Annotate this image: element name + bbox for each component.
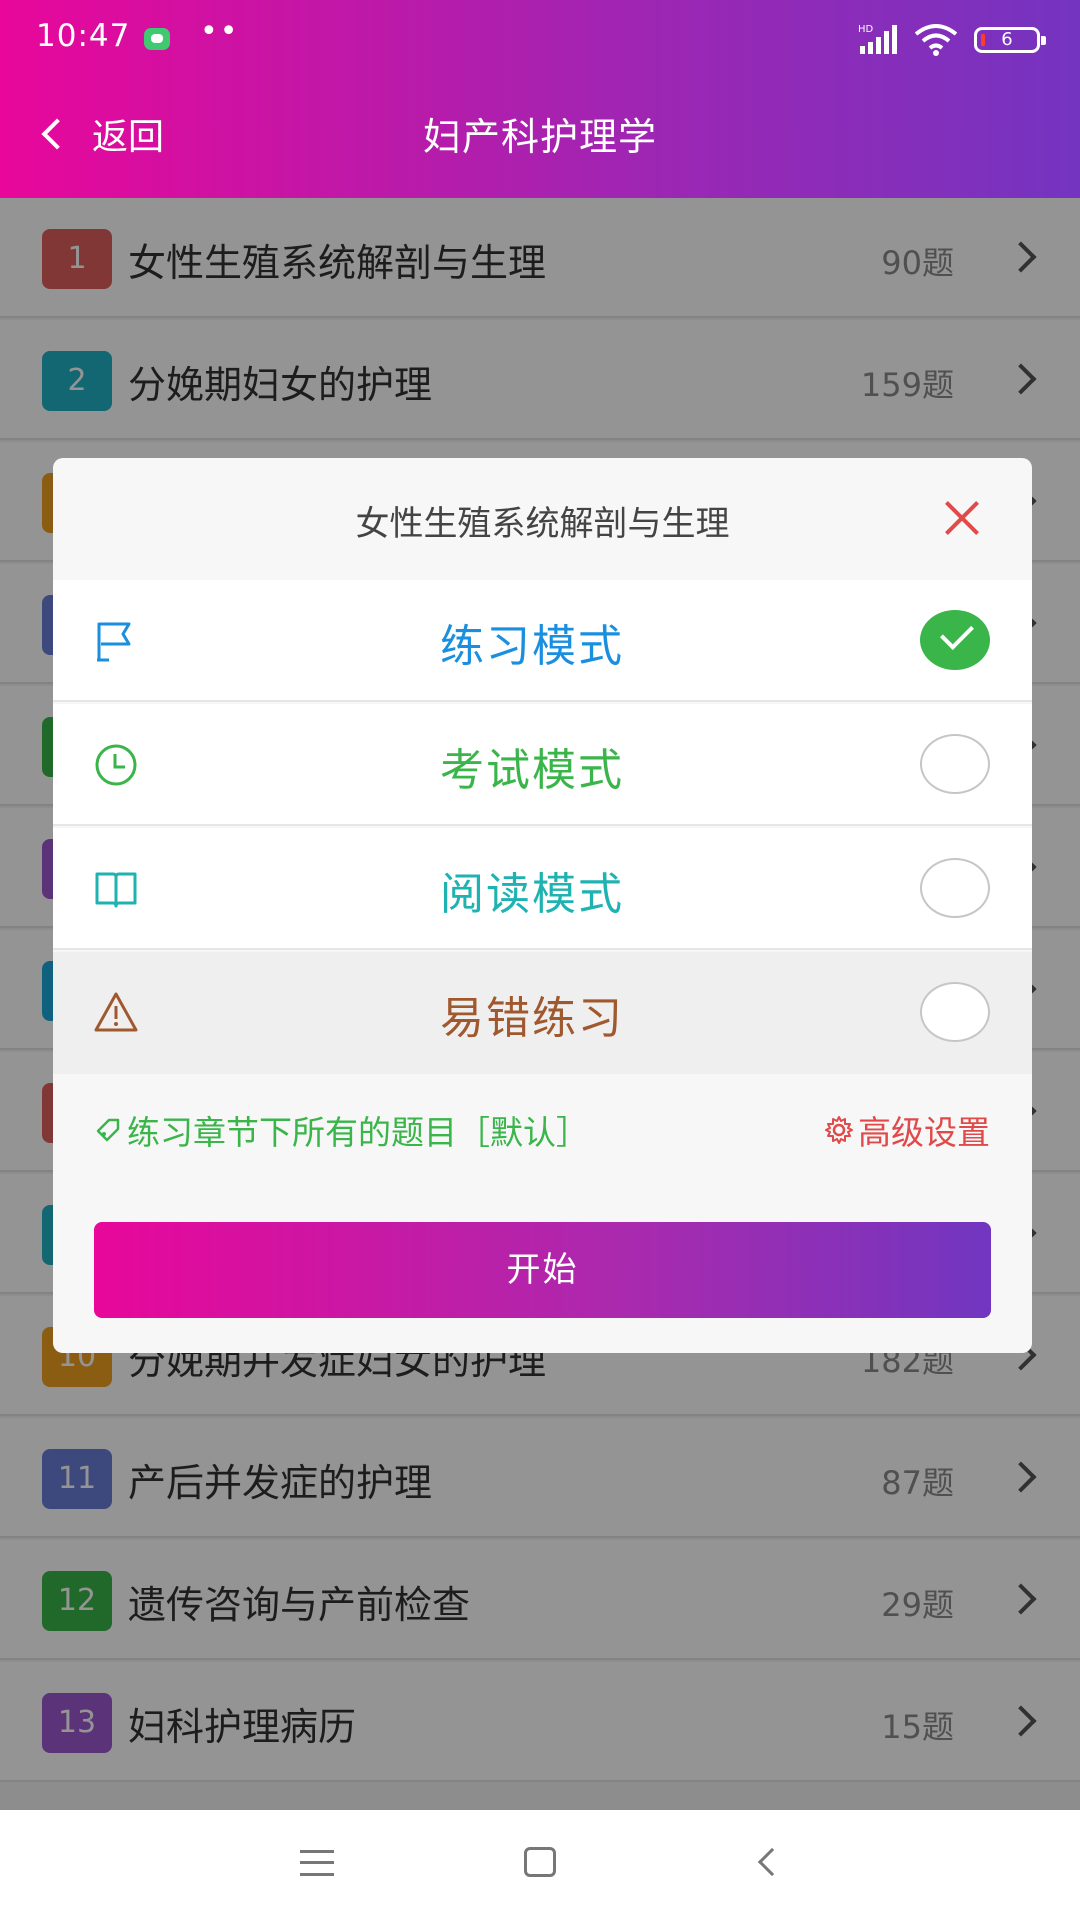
mode-exam[interactable]: 考试模式 [53, 704, 1032, 826]
page-title: 妇产科护理学 [422, 115, 657, 159]
mode-label: 练习模式 [440, 621, 624, 672]
mode-practice[interactable]: 练习模式 [53, 580, 1032, 702]
question-scope-text: 练习章节下所有的题目［默认］ [127, 1113, 589, 1152]
mode-mistakes[interactable]: 易错练习 [53, 952, 1032, 1074]
app-header: 返回 妇产科护理学 [0, 88, 1080, 188]
mode-label: 阅读模式 [440, 869, 624, 920]
advanced-settings-link[interactable]: 高级设置 [824, 1106, 990, 1154]
dialog-title: 女性生殖系统解剖与生理 [355, 504, 730, 544]
message-notification-icon [144, 28, 170, 50]
mode-select-dialog: 女性生殖系统解剖与生理 练习模式 考试模式 阅读模式 易错练习 练习章节下所有的… [53, 458, 1032, 1353]
svg-text:HD: HD [858, 24, 874, 35]
mode-label: 考试模式 [440, 745, 624, 796]
tag-icon [96, 1118, 120, 1142]
more-notifications-dots: •• [200, 14, 240, 49]
gear-icon [825, 1116, 853, 1144]
top-bar: 10:47 •• HD 6 返回 妇产科护理学 [0, 0, 1080, 198]
signal-icon: HD [858, 24, 897, 54]
mode-radio[interactable] [920, 734, 990, 794]
mode-radio[interactable] [920, 982, 990, 1042]
battery-level: 6 [1001, 29, 1013, 50]
wifi-icon [914, 24, 958, 56]
battery-icon: 6 [974, 27, 1046, 53]
status-time: 10:47 [36, 18, 131, 54]
start-button[interactable]: 开始 [94, 1222, 991, 1318]
system-nav-bar [0, 1810, 1080, 1920]
mode-radio-checked[interactable] [920, 610, 990, 670]
home-icon[interactable] [524, 1847, 556, 1877]
recent-apps-icon[interactable] [300, 1850, 334, 1876]
question-scope-option[interactable]: 练习章节下所有的题目［默认］ [95, 1106, 589, 1154]
nav-back-icon[interactable] [757, 1847, 787, 1877]
status-bar: 10:47 •• HD 6 [0, 0, 1080, 80]
mode-read[interactable]: 阅读模式 [53, 828, 1032, 950]
options-row: 练习章节下所有的题目［默认］ 高级设置 [53, 1098, 1032, 1158]
close-icon[interactable] [942, 498, 982, 538]
advanced-settings-label: 高级设置 [858, 1113, 990, 1152]
mode-label: 易错练习 [440, 993, 624, 1044]
mode-radio[interactable] [920, 858, 990, 918]
